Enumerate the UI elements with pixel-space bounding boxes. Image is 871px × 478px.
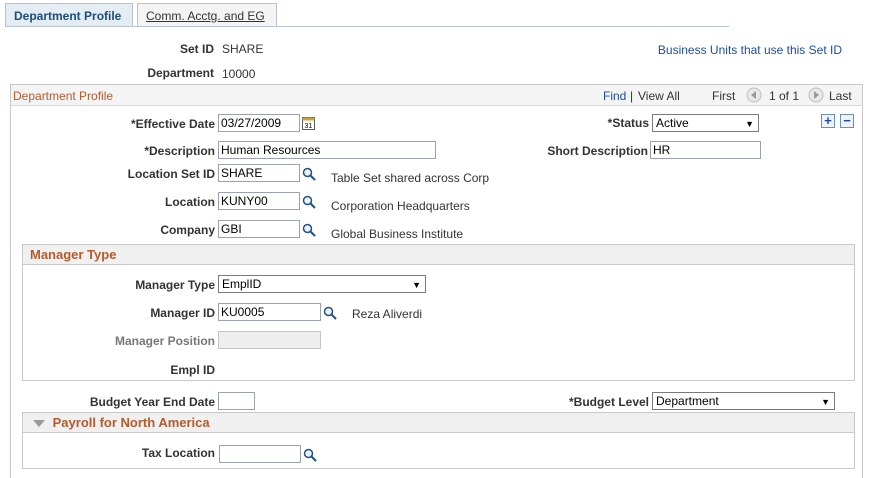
magnifier-icon[interactable] <box>323 306 337 320</box>
manager-type-select-value: EmplID <box>222 277 262 291</box>
budget-level-select[interactable]: Department ▼ <box>652 392 835 410</box>
budget-year-end-label: Budget Year End Date <box>89 395 215 409</box>
left-arrow-icon[interactable] <box>746 87 762 103</box>
tab-comm-acctg-label: Comm. Acctg. and EG <box>146 9 265 23</box>
company-label: Company <box>160 223 215 237</box>
tab-department-profile[interactable]: Department Profile <box>5 3 133 27</box>
emplid-label: Empl ID <box>170 363 215 377</box>
chevron-down-icon: ▼ <box>412 280 421 290</box>
description-field[interactable]: Human Resources <box>218 141 436 159</box>
short-description-label: Short Description <box>547 144 648 158</box>
magnifier-icon[interactable] <box>303 448 317 462</box>
profile-title: Department Profile <box>13 89 114 103</box>
last-label: Last <box>829 89 852 103</box>
tab-baseline <box>5 26 729 27</box>
budget-level-select-value: Department <box>656 394 719 408</box>
payroll-header[interactable]: Payroll for North America <box>22 412 855 433</box>
find-link[interactable]: Find <box>603 89 626 103</box>
chevron-down-icon: ▼ <box>745 119 754 129</box>
calendar-icon[interactable]: 31 <box>302 116 315 130</box>
setid-value: SHARE <box>222 42 264 56</box>
payroll-title: Payroll for North America <box>52 415 210 430</box>
budget-year-end-field[interactable] <box>218 392 255 410</box>
manager-id-label: Manager ID <box>150 306 215 320</box>
tax-location-label: Tax Location <box>141 446 215 460</box>
location-description: Corporation Headquarters <box>331 199 470 213</box>
business-units-link[interactable]: Business Units that use this Set ID <box>658 43 842 57</box>
budget-level-label: *Budget Level <box>568 395 649 409</box>
location-label: Location <box>165 195 215 209</box>
effective-date-label: *Effective Date <box>130 117 215 131</box>
company-description: Global Business Institute <box>331 227 464 241</box>
first-label: First <box>712 89 736 103</box>
chevron-down-icon: ▼ <box>821 397 830 407</box>
setid-label: Set ID <box>179 42 214 56</box>
manager-type-select[interactable]: EmplID ▼ <box>218 275 426 293</box>
effective-date-field[interactable]: 03/27/2009 <box>218 114 300 132</box>
manager-id-field[interactable]: KU0005 <box>218 303 321 321</box>
view-all-link[interactable]: View All <box>638 89 680 103</box>
right-arrow-icon[interactable] <box>808 87 824 103</box>
nav-separator: | <box>630 89 634 103</box>
location-setid-label: Location Set ID <box>127 167 215 181</box>
tax-location-field[interactable] <box>219 445 301 463</box>
location-setid-field[interactable]: SHARE <box>218 164 300 182</box>
manager-type-header: Manager Type <box>22 244 855 265</box>
department-value: 10000 <box>222 67 256 81</box>
department-label: Department <box>147 66 214 80</box>
status-select[interactable]: Active ▼ <box>652 114 759 132</box>
tab-comm-acctg[interactable]: Comm. Acctg. and EG <box>137 3 277 27</box>
magnifier-icon[interactable] <box>302 223 316 237</box>
status-select-value: Active <box>656 116 689 130</box>
manager-position-label: Manager Position <box>114 334 215 348</box>
location-setid-description: Table Set shared across Corp <box>331 171 490 185</box>
description-label: *Description <box>144 144 215 158</box>
location-field[interactable]: KUNY00 <box>218 192 300 210</box>
manager-type-label: Manager Type <box>135 278 215 292</box>
row-count: 1 of 1 <box>769 89 800 103</box>
svg-text:31: 31 <box>305 123 313 130</box>
magnifier-icon[interactable] <box>302 195 316 209</box>
delete-row-button[interactable]: − <box>840 114 854 128</box>
manager-name: Reza Aliverdi <box>352 307 423 321</box>
triangle-down-icon[interactable] <box>33 419 45 429</box>
short-description-field[interactable]: HR <box>650 141 761 159</box>
add-row-button[interactable]: + <box>821 114 835 128</box>
magnifier-icon[interactable] <box>302 167 316 181</box>
company-field[interactable]: GBI <box>218 220 300 238</box>
manager-position-field <box>218 331 321 349</box>
status-label: *Status <box>607 116 649 130</box>
